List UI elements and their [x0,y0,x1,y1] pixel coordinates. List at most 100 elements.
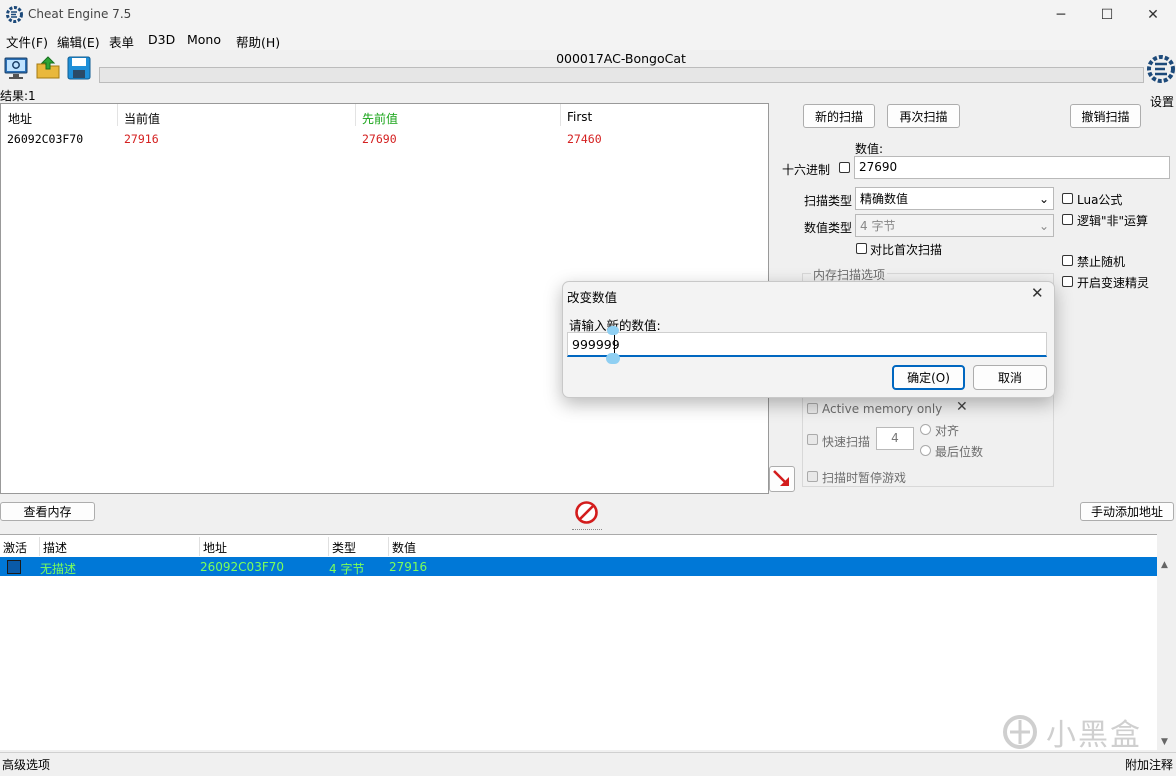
table-extras-link[interactable]: 附加注释 [1125,756,1173,773]
address-header-type[interactable]: 类型 [332,539,356,556]
ok-button[interactable]: 确定(O) [892,365,965,390]
column-divider [388,537,389,556]
result-first-value[interactable]: 27460 [567,132,602,146]
column-divider [39,537,40,556]
lua-formula-checkbox[interactable] [1062,193,1073,204]
results-count: 结果:1 [0,89,36,103]
next-scan-button[interactable]: 再次扫描 [887,104,960,128]
vertical-scrollbar[interactable] [1157,557,1176,749]
results-header-previous[interactable]: 先前值 [362,110,398,127]
pause-game-checkbox[interactable] [807,471,818,482]
result-current-value[interactable]: 27916 [124,132,159,146]
save-icon[interactable] [66,55,92,81]
address-table-row[interactable] [0,557,1157,576]
active-checkbox[interactable] [7,560,21,574]
menu-edit[interactable]: 编辑(E) [57,32,100,51]
compare-first-checkbox[interactable] [856,243,867,254]
menu-table[interactable]: 表单 [109,32,134,51]
column-divider [560,104,561,126]
title-bar [0,0,1176,30]
dialog-close-icon[interactable]: ✕ [1031,284,1044,302]
column-divider [328,537,329,556]
results-header-current[interactable]: 当前值 [124,110,160,127]
fast-scan-label: 快速扫描 [822,435,871,449]
active-memory-label: Active memory only [822,402,943,416]
fast-scan-checkbox[interactable] [807,434,818,445]
result-address[interactable]: 26092C03F70 [7,132,83,146]
arrow-down-right-icon [773,470,789,486]
lua-formula-label: Lua公式 [1077,193,1123,207]
open-file-icon[interactable] [35,55,61,81]
align-radio[interactable] [920,424,931,435]
selection-handle[interactable] [607,326,619,335]
address-value-address[interactable]: 26092C03F70 [200,560,284,574]
not-operation-checkbox[interactable] [1062,214,1073,225]
fast-scan-input[interactable]: 4 [876,427,914,450]
no-random-checkbox[interactable] [1062,255,1073,266]
hex-label: 十六进制 [782,163,831,177]
not-operation-label: 逻辑"非"运算 [1077,214,1149,228]
view-memory-button[interactable]: 查看内存 [0,502,95,521]
result-previous-value[interactable]: 27690 [362,132,397,146]
menu-help[interactable]: 帮助(H) [236,32,280,51]
settings-label[interactable]: 设置 [1150,93,1174,110]
speedhack-checkbox[interactable] [1062,276,1073,287]
address-header-description[interactable]: 描述 [43,539,67,556]
close-button[interactable]: ✕ [1130,0,1176,30]
address-header-address[interactable]: 地址 [203,539,227,556]
value-type-label: 数值类型 [804,221,853,235]
menu-file[interactable]: 文件(F) [6,32,48,51]
chevron-down-icon: ⌄ [1038,191,1049,206]
process-name: 000017AC-BongoCat [556,51,686,66]
add-address-button[interactable]: 手动添加地址 [1080,502,1174,521]
add-to-list-button[interactable] [769,466,795,492]
results-header-first[interactable]: First [567,110,592,124]
watermark-logo-icon [1003,715,1037,749]
menu-mono[interactable]: Mono [187,32,221,47]
last-digits-radio[interactable] [920,445,931,456]
last-digits-label: 最后位数 [935,445,984,459]
menu-bar [0,30,1176,50]
chevron-down-icon: ⌄ [1038,218,1049,233]
address-header-value[interactable]: 数值 [392,539,416,556]
maximize-button[interactable]: ☐ [1084,0,1130,30]
scroll-up-icon[interactable]: ▲ [1161,560,1168,570]
clear-icon[interactable]: ✕ [956,399,968,415]
new-scan-button[interactable]: 新的扫描 [803,104,875,128]
scan-type-select[interactable]: 精确数值 ⌄ [855,187,1054,210]
text-cursor [614,335,615,353]
address-description[interactable]: 无描述 [40,560,76,577]
splitter-handle[interactable] [572,529,602,533]
address-header-active[interactable]: 激活 [3,539,27,556]
open-process-icon[interactable] [3,55,29,81]
pause-game-label: 扫描时暂停游戏 [822,471,907,485]
address-type[interactable]: 4 字节 [329,560,364,577]
undo-scan-button[interactable]: 撤销扫描 [1070,104,1141,128]
minimize-button[interactable]: ─ [1038,0,1084,30]
compare-first-label: 对比首次扫描 [870,243,943,257]
menu-d3d[interactable]: D3D [148,32,175,47]
selection-handle[interactable] [606,353,620,364]
speedhack-label: 开启变速精灵 [1077,276,1150,290]
address-value[interactable]: 27916 [389,560,427,574]
new-value-input[interactable]: 999999 [567,332,1047,357]
dialog-title: 改变数值 [567,290,618,305]
scan-type-value: 精确数值 [860,192,909,206]
align-label: 对齐 [935,424,960,438]
value-type-select[interactable]: 4 字节 ⌄ [855,214,1054,237]
status-bar [0,752,1176,776]
value-label: 数值: [855,142,884,156]
advanced-options-link[interactable]: 高级选项 [2,756,50,773]
window-title: Cheat Engine 7.5 [28,7,132,21]
scan-value-input[interactable]: 27690 [854,156,1170,179]
results-header-address[interactable]: 地址 [8,110,32,127]
no-random-label: 禁止随机 [1077,255,1126,269]
scan-type-label: 扫描类型 [804,194,853,208]
cancel-button[interactable]: 取消 [973,365,1047,390]
column-divider [117,104,118,126]
active-memory-checkbox[interactable] [807,403,818,414]
scroll-down-icon[interactable]: ▼ [1161,737,1168,747]
stop-icon[interactable] [574,500,599,525]
hex-checkbox[interactable] [839,162,850,173]
settings-logo-icon[interactable] [1146,52,1176,90]
